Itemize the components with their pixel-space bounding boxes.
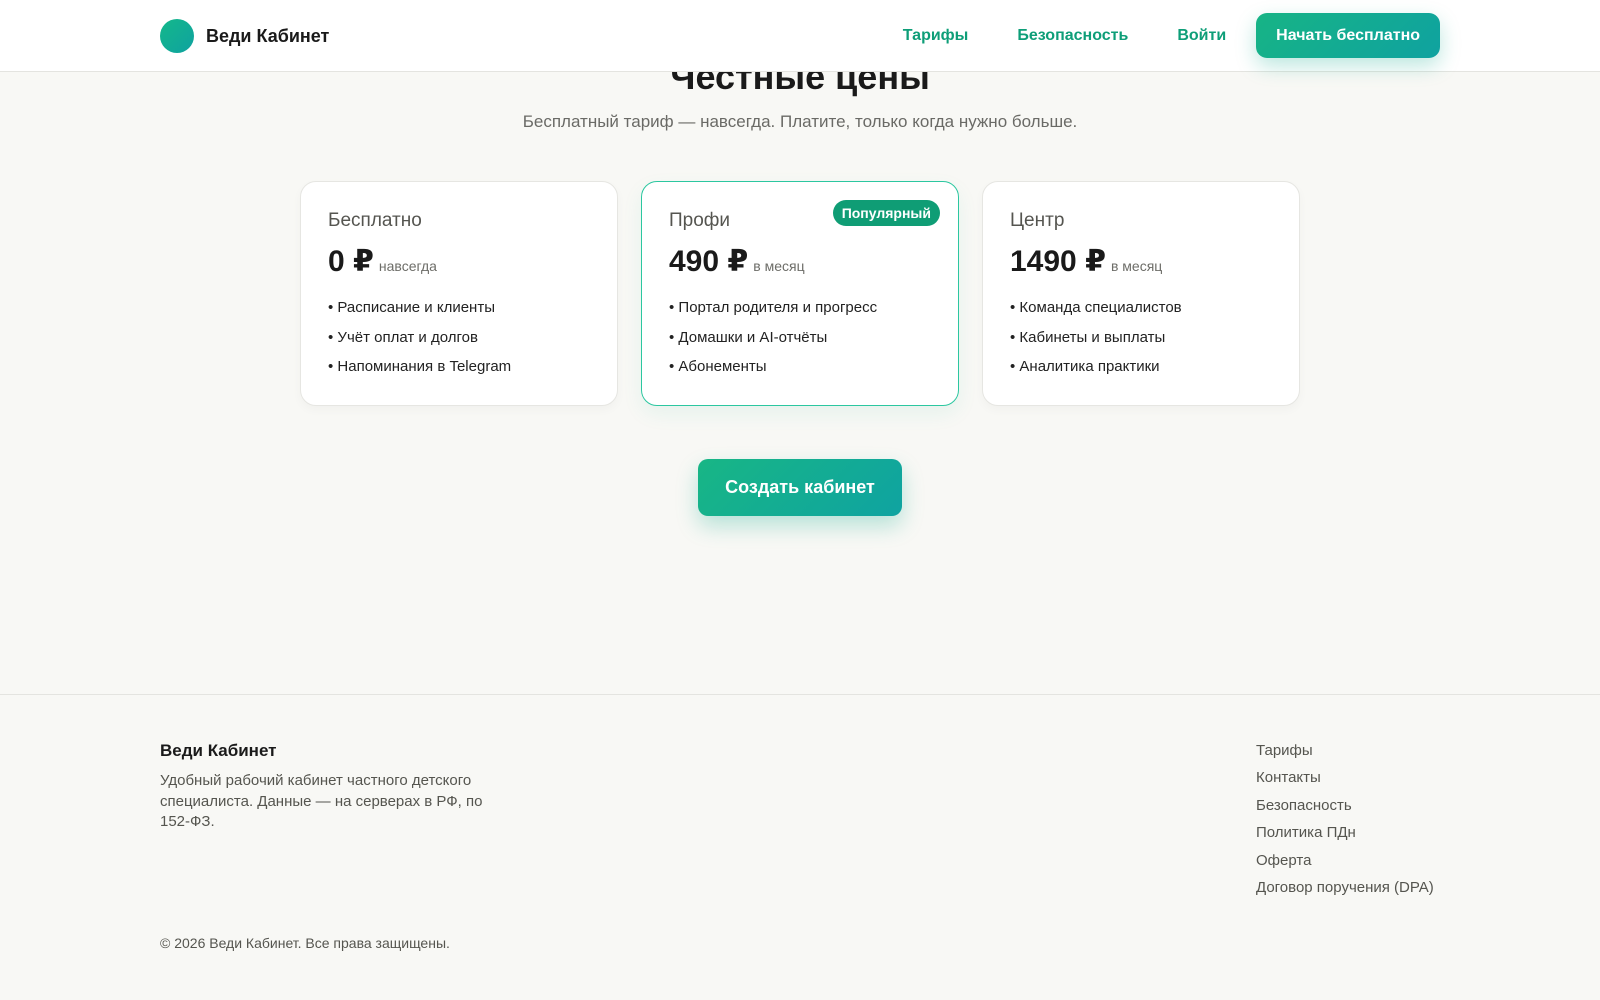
- brand[interactable]: Веди Кабинет: [160, 19, 329, 53]
- plan-card-free: Бесплатно 0 ₽ навсегда Расписание и клие…: [300, 181, 618, 406]
- plan-name: Центр: [1010, 210, 1065, 231]
- footer-link-security[interactable]: Безопасность: [1256, 792, 1434, 819]
- footer-link-dpa[interactable]: Договор поручения (DPA): [1256, 874, 1434, 901]
- site-header: Веди Кабинет Тарифы Безопасность Войти Н…: [0, 0, 1600, 72]
- copyright: © 2026 Веди Кабинет. Все права защищены.: [160, 935, 450, 951]
- brand-name: Веди Кабинет: [206, 25, 330, 46]
- nav-link-login[interactable]: Войти: [1177, 14, 1226, 58]
- plan-price: 1490 ₽: [1010, 245, 1106, 278]
- plan-price: 0 ₽: [328, 245, 374, 278]
- footer-description: Удобный рабочий кабинет частного детског…: [160, 772, 483, 830]
- plan-period: в месяц: [1110, 258, 1163, 274]
- footer-link-contacts[interactable]: Контакты: [1256, 764, 1434, 791]
- plan-period: в месяц: [753, 258, 805, 274]
- footer-link-privacy-policy[interactable]: Политика ПДн: [1256, 819, 1434, 846]
- nav-link-pricing[interactable]: Тарифы: [903, 14, 969, 58]
- plan-feature: Учёт оплат и долгов: [328, 323, 591, 353]
- site-footer: Веди Кабинет Удобный рабочий кабинет час…: [0, 694, 1600, 1000]
- pricing-subtitle: Бесплатный тариф — навсегда. Платите, то…: [522, 112, 1078, 131]
- plan-period: навсегда: [378, 258, 437, 274]
- create-cabinet-button[interactable]: Создать кабинет: [698, 459, 902, 516]
- plan-feature: Аналитика практики: [1010, 352, 1273, 382]
- plan-feature: Домашки и AI-отчёты: [669, 323, 932, 353]
- nav-link-security[interactable]: Безопасность: [1017, 14, 1128, 58]
- brand-logo-icon: [160, 19, 194, 53]
- plan-features: Портал родителя и прогресс Домашки и AI-…: [669, 293, 932, 382]
- footer-links: Тарифы Контакты Безопасность Политика ПД…: [1256, 737, 1434, 901]
- plan-feature: Портал родителя и прогресс: [669, 293, 932, 323]
- footer-link-pricing[interactable]: Тарифы: [1256, 737, 1434, 764]
- plan-price-row: 0 ₽ навсегда: [328, 244, 591, 279]
- plan-feature: Команда специалистов: [1010, 293, 1273, 323]
- plan-card-pro: Популярный Профи 490 ₽ в месяц Портал ро…: [641, 181, 959, 406]
- plan-features: Команда специалистов Кабинеты и выплаты …: [1010, 293, 1273, 382]
- plan-price-row: 490 ₽ в месяц: [669, 244, 932, 279]
- plan-feature: Расписание и клиенты: [328, 293, 591, 323]
- footer-link-offer[interactable]: Оферта: [1256, 847, 1434, 874]
- start-free-button[interactable]: Начать бесплатно: [1256, 13, 1440, 58]
- footer-brand-name: Веди Кабинет: [160, 741, 277, 760]
- plan-feature: Кабинеты и выплаты: [1010, 323, 1273, 353]
- plan-price: 490 ₽: [669, 245, 749, 278]
- main-nav: Тарифы Безопасность Войти Начать бесплат…: [903, 13, 1440, 58]
- plan-price-row: 1490 ₽ в месяц: [1010, 244, 1273, 279]
- plan-name: Бесплатно: [328, 210, 422, 231]
- plan-features: Расписание и клиенты Учёт оплат и долгов…: [328, 293, 591, 382]
- pricing-plans: Бесплатно 0 ₽ навсегда Расписание и клие…: [300, 181, 1300, 406]
- plan-feature: Напоминания в Telegram: [328, 352, 591, 382]
- plan-feature: Абонементы: [669, 352, 932, 382]
- popular-badge: Популярный: [832, 200, 940, 226]
- plan-card-center: Центр 1490 ₽ в месяц Команда специалисто…: [982, 181, 1300, 406]
